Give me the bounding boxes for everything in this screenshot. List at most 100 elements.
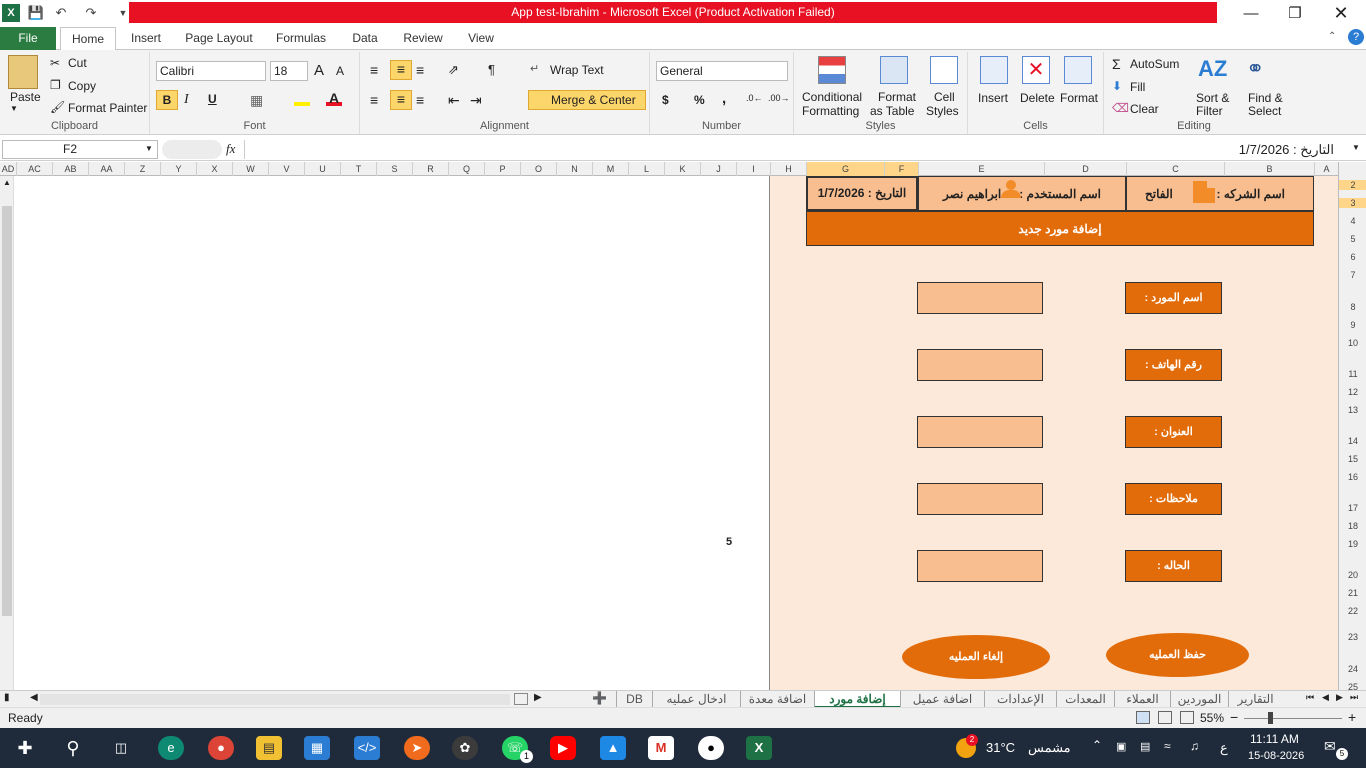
minimize-button[interactable]: — xyxy=(1228,0,1274,27)
insert-function-icon[interactable]: fx xyxy=(226,141,235,157)
cancel-operation-button[interactable]: إلغاء العمليه xyxy=(902,635,1050,679)
horizontal-scrollbar[interactable] xyxy=(40,694,510,705)
fill-color-icon[interactable] xyxy=(294,92,310,106)
tab-view[interactable]: View xyxy=(460,27,502,50)
row-header[interactable]: 4 xyxy=(1339,216,1366,226)
row-header[interactable]: 10 xyxy=(1339,338,1366,348)
cell-styles-button[interactable]: Cell xyxy=(934,90,955,104)
row-header[interactable]: 13 xyxy=(1339,405,1366,415)
sheet-tab[interactable]: الموردين xyxy=(1170,691,1228,708)
row-header[interactable]: 3 xyxy=(1339,198,1366,208)
expand-formula-icon[interactable]: ▼ xyxy=(1352,143,1360,152)
scroll-right-icon[interactable]: ▶ xyxy=(534,692,542,703)
column-header[interactable]: X xyxy=(196,162,232,176)
cell-styles-label2[interactable]: Styles xyxy=(926,104,959,118)
task-view-icon[interactable]: ◫ xyxy=(108,736,134,760)
sheet-tab[interactable]: العملاء xyxy=(1114,691,1170,708)
column-header[interactable]: R xyxy=(412,162,448,176)
volume-icon[interactable]: ♫ xyxy=(1190,739,1199,753)
italic-button[interactable]: I xyxy=(184,92,189,108)
column-header[interactable]: D xyxy=(1044,162,1126,176)
sheet-tab[interactable]: اضافة معدة xyxy=(740,691,814,708)
drive-icon[interactable]: ▲ xyxy=(600,736,626,760)
zoom-slider[interactable] xyxy=(1244,718,1342,719)
language-indicator[interactable]: ع xyxy=(1220,740,1228,756)
sheet-tab[interactable]: التقارير xyxy=(1228,691,1282,708)
row-header[interactable]: 18 xyxy=(1339,521,1366,531)
row-header[interactable]: 9 xyxy=(1339,320,1366,330)
clock-date[interactable]: 15-08-2026 xyxy=(1248,750,1304,762)
row-header[interactable]: 17 xyxy=(1339,503,1366,513)
increase-decimal-icon[interactable]: .0← xyxy=(746,93,763,103)
align-middle-icon[interactable]: ≡ xyxy=(390,60,412,80)
notifications-icon[interactable]: ✉ xyxy=(1324,738,1336,755)
sheet-tab[interactable]: DB xyxy=(616,691,652,708)
prev-sheet-icon[interactable]: ◀ xyxy=(1322,692,1329,703)
orientation-icon[interactable]: ⇗ xyxy=(448,62,459,78)
vertical-scrollbar[interactable]: ▲ xyxy=(0,176,14,690)
percent-button[interactable]: % xyxy=(694,93,705,107)
column-header[interactable]: E xyxy=(918,162,1044,176)
start-icon[interactable]: ✚ xyxy=(12,736,38,760)
scroll-up-icon[interactable]: ▲ xyxy=(3,178,11,187)
excel-taskbar-icon[interactable]: X xyxy=(746,736,772,760)
tab-file[interactable]: File xyxy=(0,27,56,50)
hscroll-left-icon[interactable]: ▮ xyxy=(4,692,10,703)
sheet-tab-active[interactable]: إضافة مورد xyxy=(814,691,900,708)
sort-filter-label2[interactable]: Filter xyxy=(1196,104,1223,118)
zoom-out-icon[interactable]: − xyxy=(1230,709,1238,725)
postman-icon[interactable]: ➤ xyxy=(404,736,430,760)
column-header[interactable]: AA xyxy=(88,162,124,176)
column-header[interactable]: H xyxy=(770,162,806,176)
conditional-formatting-label2[interactable]: Formatting xyxy=(802,104,859,118)
column-header[interactable]: AC xyxy=(16,162,52,176)
formula-input[interactable]: التاريخ : 1/7/2026 xyxy=(244,140,1348,159)
gmail-icon[interactable]: M xyxy=(648,736,674,760)
column-header[interactable]: M xyxy=(592,162,628,176)
row-header[interactable]: 2 xyxy=(1339,180,1366,190)
column-header[interactable]: W xyxy=(232,162,268,176)
chrome-icon[interactable]: ● xyxy=(208,736,234,760)
youtube-icon[interactable]: ▶ xyxy=(550,736,576,760)
column-header[interactable]: N xyxy=(556,162,592,176)
tab-data[interactable]: Data xyxy=(344,27,386,50)
row-header[interactable]: 7 xyxy=(1339,270,1366,280)
scrollbar-thumb[interactable] xyxy=(2,206,12,616)
insert-button[interactable]: Insert xyxy=(978,91,1008,105)
row-header[interactable]: 23 xyxy=(1339,632,1366,642)
status-input[interactable] xyxy=(917,550,1043,582)
column-header[interactable]: A xyxy=(1314,162,1338,176)
phone-input[interactable] xyxy=(917,349,1043,381)
column-header[interactable]: J xyxy=(700,162,736,176)
notes-input[interactable] xyxy=(917,483,1043,515)
maximize-button[interactable]: ❐ xyxy=(1272,0,1318,27)
clock-time[interactable]: 11:11 AM xyxy=(1250,732,1299,746)
row-header[interactable]: 8 xyxy=(1339,302,1366,312)
save-icon[interactable]: 💾 xyxy=(27,4,45,22)
tray-network-icon[interactable]: ▤ xyxy=(1140,740,1150,753)
sheet-tab[interactable]: المعدات xyxy=(1056,691,1114,708)
shrink-font-icon[interactable]: A xyxy=(336,64,344,78)
name-box-dropdown-icon[interactable]: ▼ xyxy=(145,144,153,153)
horizontal-scrollbar-thumb[interactable] xyxy=(514,693,528,705)
column-header[interactable]: L xyxy=(628,162,664,176)
column-header[interactable]: S xyxy=(376,162,412,176)
font-color-icon[interactable]: A xyxy=(326,90,342,106)
row-header[interactable]: 15 xyxy=(1339,454,1366,464)
format-painter-button[interactable]: Format Painter xyxy=(68,101,147,115)
column-header[interactable]: C xyxy=(1126,162,1224,176)
temperature[interactable]: 31°C xyxy=(986,740,1015,755)
decrease-decimal-icon[interactable]: .00→ xyxy=(768,93,790,103)
sheet-tab[interactable]: ادخال عمليه xyxy=(652,691,740,708)
clear-button[interactable]: Clear xyxy=(1130,102,1159,116)
bold-button[interactable]: B xyxy=(156,90,178,110)
tray-device-icon[interactable]: ▣ xyxy=(1116,740,1126,753)
column-header[interactable]: Z xyxy=(124,162,160,176)
fill-button[interactable]: Fill xyxy=(1130,80,1145,94)
github-icon[interactable]: ● xyxy=(698,736,724,760)
redo-icon[interactable]: ↷ xyxy=(82,4,100,22)
new-sheet-icon[interactable]: ➕ xyxy=(592,691,607,705)
delete-button[interactable]: Delete xyxy=(1020,91,1055,105)
sheet-tab[interactable]: اضافة عميل xyxy=(900,691,984,708)
row-header[interactable]: 22 xyxy=(1339,606,1366,616)
